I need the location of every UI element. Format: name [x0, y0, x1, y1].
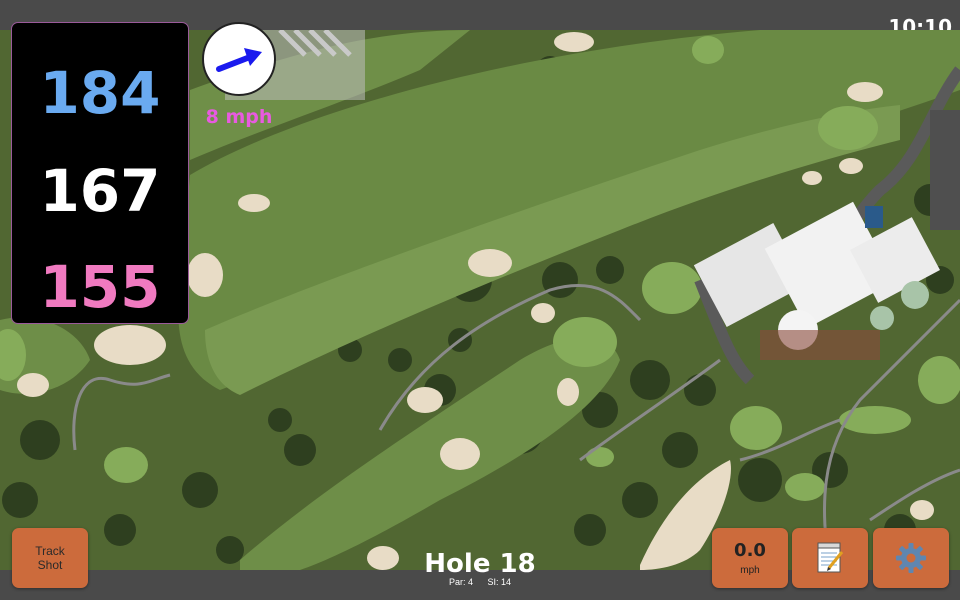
- wind-speed: 8 mph: [205, 106, 273, 128]
- hole-info: Par: 4 SI: 14: [380, 577, 580, 587]
- wind-indicator: [202, 22, 276, 96]
- speed-unit: mph: [740, 565, 760, 576]
- track-shot-label-line2: Shot: [37, 558, 63, 572]
- distance-panel: 184 167 155: [11, 22, 189, 324]
- front-distance: 155: [39, 253, 161, 321]
- back-distance: 184: [39, 59, 161, 127]
- track-shot-button[interactable]: Track Shot: [12, 528, 88, 588]
- gear-icon: [896, 543, 926, 573]
- stroke-index-label: SI: 14: [487, 577, 512, 587]
- arrow-icon: [216, 48, 262, 72]
- middle-distance: 167: [39, 157, 161, 225]
- settings-button[interactable]: [873, 528, 949, 588]
- track-shot-label-line1: Track: [35, 544, 65, 558]
- speed-value: 0.0: [734, 540, 766, 561]
- par-label: Par: 4: [448, 577, 473, 587]
- hole-title: Hole 18: [424, 549, 536, 579]
- notes-button[interactable]: [792, 528, 868, 588]
- notepad-icon: [817, 542, 844, 573]
- speed-button[interactable]: 0.0 mph: [712, 528, 788, 588]
